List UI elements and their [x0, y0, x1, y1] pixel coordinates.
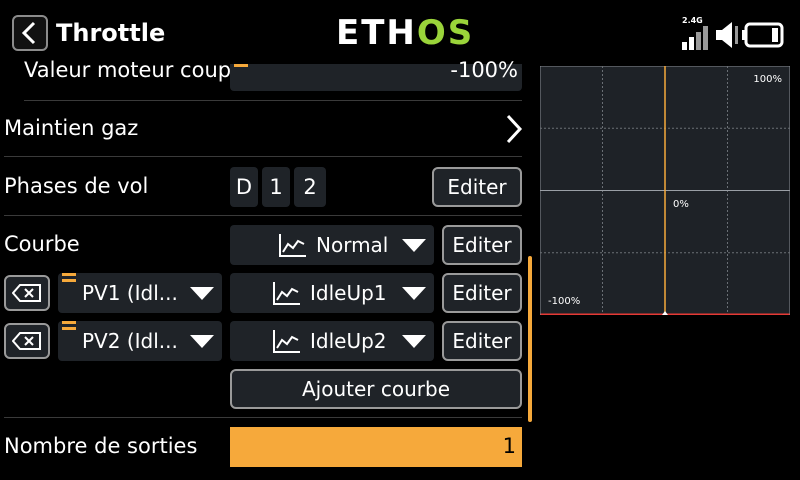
curve-label: Courbe	[4, 232, 80, 256]
divider	[4, 156, 522, 157]
curve-selected: Normal	[316, 233, 389, 257]
pv1-curve-dropdown[interactable]: IdleUp1	[230, 273, 434, 313]
chart-label-bottom: -100%	[548, 296, 580, 307]
warning-indicator	[62, 273, 76, 289]
curve-icon	[273, 330, 300, 353]
divider	[24, 100, 522, 101]
chevron-down-icon	[190, 287, 214, 300]
logo-suffix: OS	[416, 13, 475, 53]
flight-mode-chip-d[interactable]: D	[230, 167, 258, 207]
flight-mode-chip-label: D	[235, 175, 253, 199]
chevron-down-icon	[402, 287, 426, 300]
flight-modes-edit-button[interactable]: Editer	[432, 167, 522, 207]
divider	[4, 215, 522, 216]
pv1-source-dropdown[interactable]: PV1 (Idl...	[58, 273, 222, 313]
pv2-curve-dropdown[interactable]: IdleUp2	[230, 321, 434, 361]
curve-icon	[273, 282, 300, 305]
warning-indicator	[62, 321, 76, 337]
backspace-icon	[12, 284, 41, 302]
backspace-icon	[12, 332, 41, 350]
signal-icon	[682, 26, 708, 50]
curve-preview-svg: 100% 0% -100%	[539, 65, 791, 316]
outputs-count-value: 1	[502, 434, 516, 458]
scrollbar[interactable]	[528, 256, 532, 422]
flight-mode-chip-label: 1	[269, 175, 283, 199]
pv1-source-name: PV1 (Idl...	[82, 281, 178, 305]
chevron-right-icon	[506, 114, 523, 144]
motor-cut-value-label: Valeur moteur coup	[24, 58, 232, 82]
outputs-count-field[interactable]: 1	[230, 427, 522, 467]
throttle-hold-label: Maintien gaz	[4, 116, 139, 140]
curve-icon	[279, 234, 306, 257]
flight-modes-label: Phases de vol	[4, 174, 149, 198]
pv2-edit-button[interactable]: Editer	[442, 321, 522, 361]
warning-indicator	[234, 64, 248, 80]
chevron-down-icon	[402, 335, 426, 348]
pv2-source-name: PV2 (Idl...	[82, 329, 178, 353]
signal-band-label: 2.4G	[682, 16, 703, 25]
back-button[interactable]	[12, 15, 48, 51]
pv1-curve-name: IdleUp1	[310, 281, 387, 305]
logo-prefix: ETH	[336, 13, 417, 53]
motor-cut-value-field[interactable]: -100%	[230, 58, 522, 91]
chart-label-top: 100%	[753, 74, 782, 85]
battery-icon	[742, 22, 784, 48]
pv2-curve-name: IdleUp2	[310, 329, 387, 353]
outputs-count-label: Nombre de sorties	[4, 434, 198, 458]
pv1-edit-button[interactable]: Editer	[442, 273, 522, 313]
curve-edit-button[interactable]: Editer	[442, 225, 522, 265]
chevron-down-icon	[190, 335, 214, 348]
pv2-source-dropdown[interactable]: PV2 (Idl...	[58, 321, 222, 361]
chevron-left-icon	[21, 21, 36, 45]
delete-pv1-button[interactable]	[4, 275, 50, 311]
curve-dropdown[interactable]: Normal	[230, 225, 434, 265]
chevron-down-icon	[402, 239, 426, 252]
delete-pv2-button[interactable]	[4, 323, 50, 359]
add-curve-button[interactable]: Ajouter courbe	[230, 369, 522, 409]
flight-mode-chip-label: 2	[303, 175, 317, 199]
motor-cut-value: -100%	[450, 58, 518, 82]
logo: ETHOS	[336, 13, 474, 53]
speaker-icon	[716, 22, 738, 48]
status-icons: 2.4G	[680, 16, 790, 50]
curve-preview-chart: 100% 0% -100%	[539, 65, 791, 316]
flight-mode-chip-2[interactable]: 2	[294, 167, 326, 207]
divider	[4, 417, 522, 418]
chart-label-mid: 0%	[673, 199, 689, 210]
flight-mode-chip-1[interactable]: 1	[262, 167, 290, 207]
top-bar: Throttle ETHOS 2.4G	[0, 0, 800, 64]
page-title: Throttle	[56, 19, 166, 47]
throttle-hold-row[interactable]: Maintien gaz	[0, 102, 530, 154]
